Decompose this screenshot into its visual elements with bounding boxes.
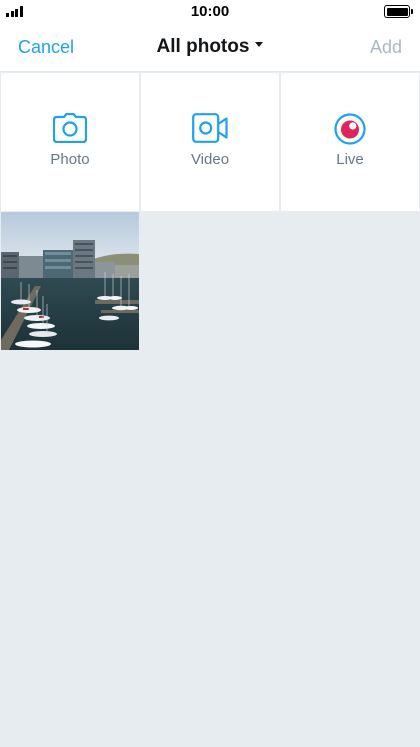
video-capture-tile[interactable]: Video — [140, 72, 280, 212]
live-broadcast-tile[interactable]: Live — [280, 72, 420, 212]
photo-capture-tile[interactable]: Photo — [0, 72, 140, 212]
video-tile-label: Video — [190, 151, 230, 168]
add-button[interactable]: Add — [370, 37, 402, 58]
photo-thumbnail[interactable] — [1, 212, 139, 350]
battery-icon — [384, 5, 413, 18]
status-time: 10:00 — [190, 3, 230, 20]
live-tile-label: Live — [336, 151, 364, 168]
status-bar: 10:00 — [0, 0, 420, 24]
nav-bar: Cancel All photos Add — [0, 24, 420, 72]
caret-down-icon — [255, 42, 264, 48]
photo-tile-label: Photo — [50, 151, 90, 168]
periscope-live-icon — [334, 113, 366, 150]
video-camera-icon — [192, 113, 228, 148]
album-title: All photos — [156, 36, 250, 57]
album-selector[interactable]: All photos — [0, 36, 420, 58]
camera-icon — [52, 112, 88, 148]
